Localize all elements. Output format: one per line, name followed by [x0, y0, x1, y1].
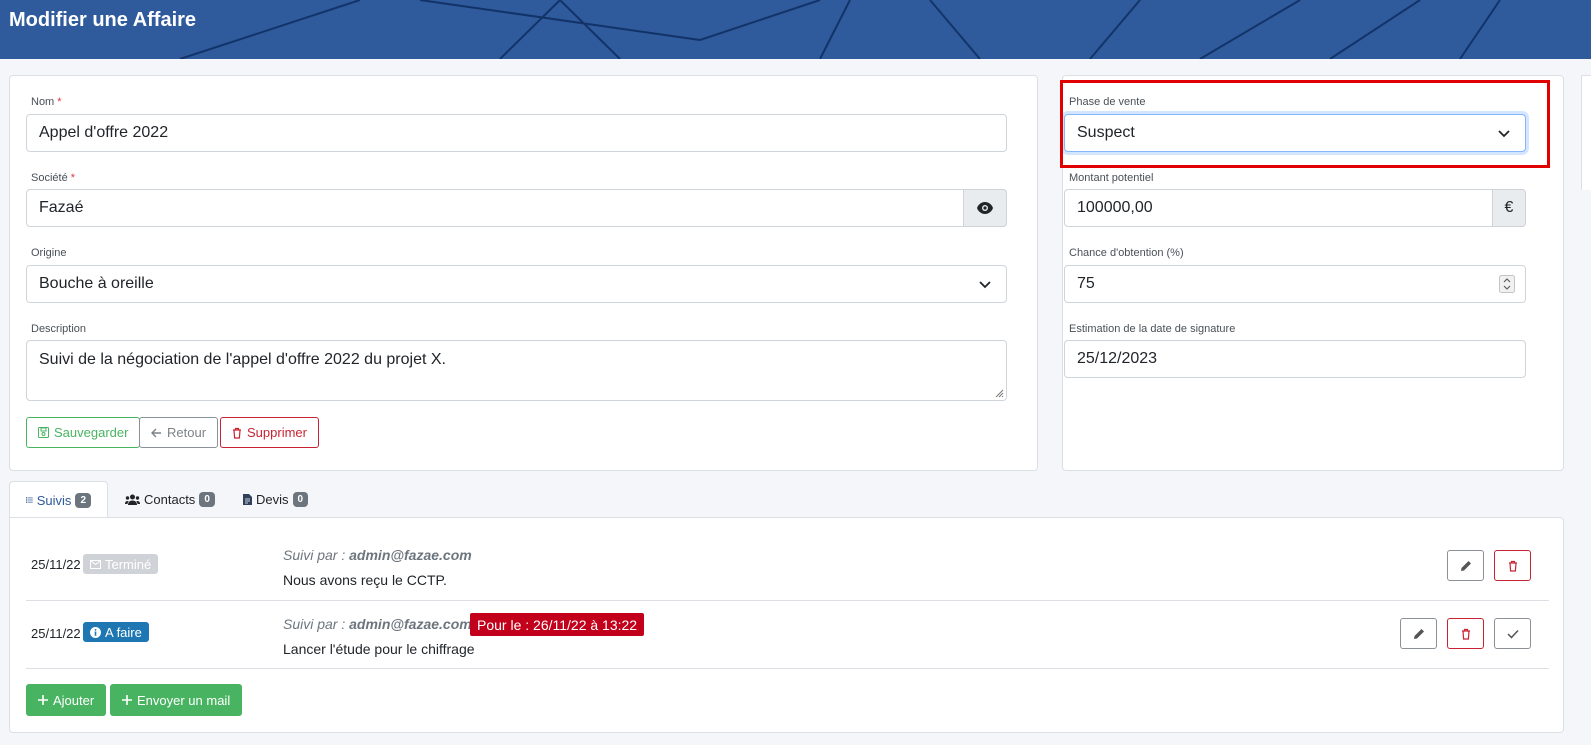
suivi-text: Nous avons reçu le CCTP.	[283, 572, 447, 588]
chevron-down-icon	[979, 281, 991, 289]
add-suivi-button[interactable]: Ajouter	[26, 684, 107, 716]
status-badge: A faire	[83, 622, 149, 642]
suivi-author: Suivi par : admin@fazae.com	[283, 547, 472, 563]
chance-input[interactable]: 75	[1064, 265, 1526, 303]
save-icon	[38, 427, 49, 438]
trash-icon	[233, 427, 241, 439]
suivis-panel: 25/11/22 Terminé Suivi par : admin@fazae…	[9, 517, 1564, 733]
deal-form-card: Nom * Appel d'offre 2022 Société * Fazaé…	[9, 75, 1038, 471]
users-icon	[125, 494, 140, 505]
montant-input[interactable]: 100000,00 €	[1064, 189, 1526, 227]
trash-icon	[1461, 628, 1470, 640]
edit-button[interactable]	[1447, 550, 1484, 581]
tab-contacts[interactable]: Contacts 0	[109, 481, 231, 517]
check-icon	[1506, 629, 1519, 639]
send-mail-button[interactable]: Envoyer un mail	[110, 684, 243, 716]
signature-date-input[interactable]: 25/12/2023	[1064, 340, 1526, 378]
list-icon	[26, 497, 33, 503]
page-header: Modifier une Affaire	[0, 0, 1591, 59]
resize-handle-icon[interactable]	[995, 389, 1004, 398]
description-textarea[interactable]: Suivi de la négociation de l'appel d'off…	[26, 340, 1007, 401]
status-badge: Terminé	[83, 554, 159, 574]
header-pattern	[179, 0, 1501, 59]
file-icon	[243, 493, 252, 505]
nom-label: Nom *	[31, 96, 62, 108]
arrow-left-icon	[151, 428, 161, 437]
delete-button[interactable]: Supprimer	[220, 417, 319, 448]
date-label: Estimation de la date de signature	[1069, 323, 1236, 335]
origine-label: Origine	[31, 247, 67, 259]
tab-devis[interactable]: Devis 0	[227, 481, 324, 517]
currency-addon: €	[1492, 189, 1526, 227]
tab-count-badge: 0	[292, 491, 309, 507]
suivi-row: 25/11/22 Terminé Suivi par : admin@fazae…	[26, 534, 1549, 601]
envelope-icon	[90, 559, 101, 569]
number-spinner-icon[interactable]	[1499, 275, 1515, 293]
tab-suivis[interactable]: Suivis 2	[9, 481, 108, 518]
page-title: Modifier une Affaire	[9, 9, 197, 31]
delete-suivi-button[interactable]	[1494, 550, 1531, 581]
societe-input[interactable]: Fazaé	[26, 189, 1007, 227]
delete-suivi-button[interactable]	[1447, 618, 1484, 649]
tab-count-badge: 2	[75, 492, 91, 508]
highlight-box	[1060, 80, 1550, 168]
view-societe-button[interactable]	[963, 189, 1007, 227]
chance-label: Chance d'obtention (%)	[1069, 247, 1184, 259]
societe-label: Société *	[31, 172, 76, 184]
due-date-badge: Pour le : 26/11/22 à 13:22	[470, 613, 645, 636]
plus-icon	[38, 695, 48, 705]
pencil-icon	[1413, 628, 1424, 639]
trash-icon	[1508, 560, 1517, 572]
suivi-author: Suivi par : admin@fazae.com	[283, 616, 472, 632]
montant-label: Montant potentiel	[1069, 172, 1154, 184]
complete-button[interactable]	[1494, 618, 1531, 649]
origine-select[interactable]: Bouche à oreille	[26, 265, 1007, 303]
tab-count-badge: 0	[199, 491, 215, 507]
edit-button[interactable]	[1400, 618, 1437, 649]
back-button[interactable]: Retour	[139, 417, 219, 448]
offscreen-card-edge	[1581, 75, 1591, 190]
suivi-date: 25/11/22	[31, 626, 81, 641]
plus-icon	[122, 695, 132, 705]
pencil-icon	[1460, 560, 1471, 571]
suivi-date: 25/11/22	[31, 557, 81, 572]
suivi-row: 25/11/22 A faire Suivi par : admin@fazae…	[26, 601, 1549, 669]
info-icon	[90, 626, 101, 638]
eye-icon	[977, 202, 993, 214]
nom-input[interactable]: Appel d'offre 2022	[26, 114, 1007, 152]
description-label: Description	[31, 323, 87, 335]
suivi-text: Lancer l'étude pour le chiffrage	[283, 641, 475, 657]
save-button[interactable]: Sauvegarder	[26, 417, 141, 448]
